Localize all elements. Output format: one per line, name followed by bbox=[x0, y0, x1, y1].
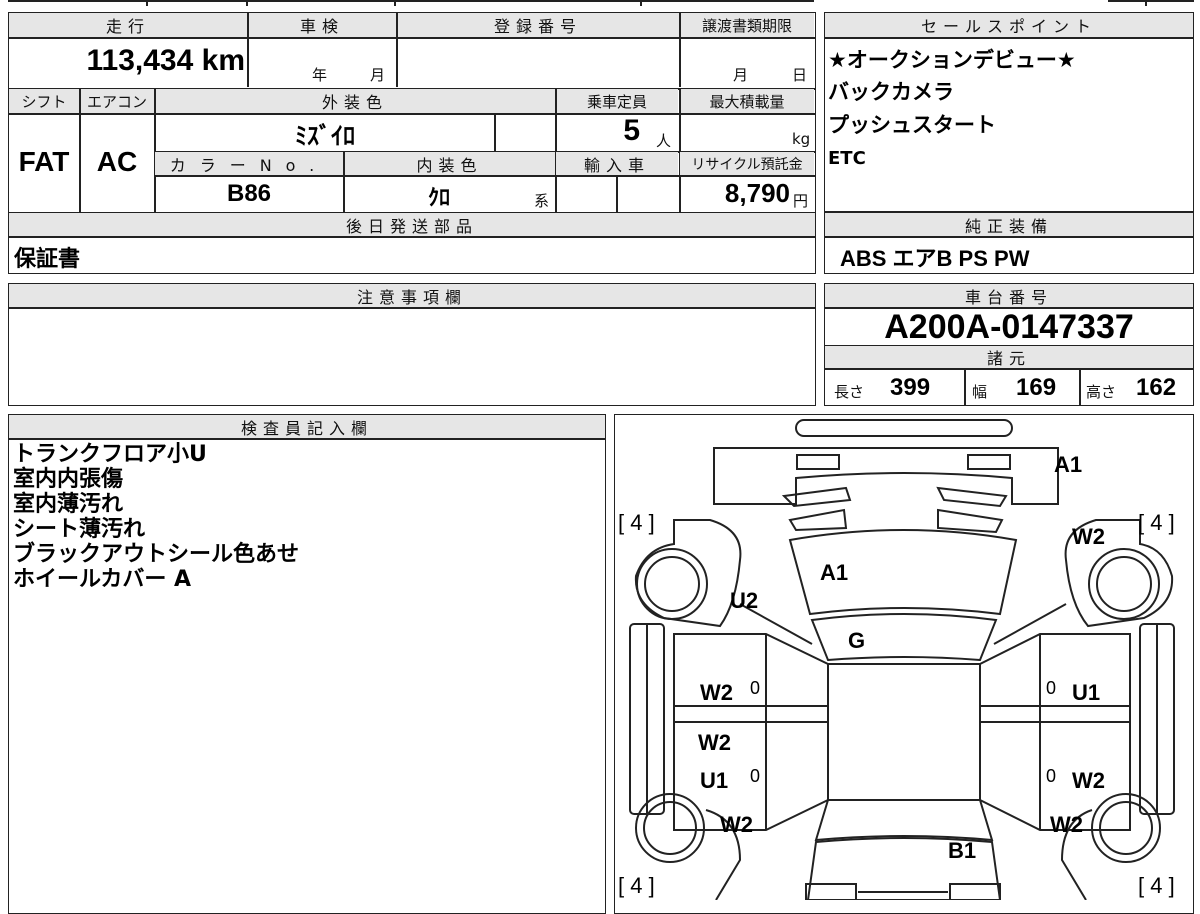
interior-color-header: 内装色 bbox=[344, 152, 555, 175]
shift-value: FAT bbox=[18, 146, 70, 177]
mileage-header: 走行 bbox=[9, 13, 247, 37]
mark-left-rear-door-upper: W2 bbox=[698, 730, 731, 755]
mark-right-front-door: U1 bbox=[1072, 680, 1101, 705]
color-no-value: B86 bbox=[226, 180, 272, 207]
inspector-note: ホイールカバー A bbox=[13, 567, 192, 592]
mark-left-rear-door: U1 bbox=[700, 768, 729, 793]
mileage-value: 113,434 km bbox=[86, 44, 245, 77]
mark-right-rear-fender: W2 bbox=[1050, 812, 1083, 837]
equipment-header: 純正装備 bbox=[825, 213, 1193, 236]
ac-value: AC bbox=[96, 146, 138, 177]
length-label: 長さ bbox=[834, 383, 865, 401]
mark-left-front-door: W2 bbox=[700, 680, 733, 705]
later-parts-value: 保証書 bbox=[14, 247, 81, 272]
transfer-deadline-header: 譲渡書類期限 bbox=[680, 13, 814, 37]
recycle-value: 8,790 bbox=[724, 178, 790, 208]
mark-front-left-fender: U2 bbox=[730, 588, 759, 613]
inspector-note: 室内内張傷 bbox=[13, 467, 124, 492]
caution-header: 注意事項欄 bbox=[9, 284, 815, 307]
mark-front-right-fender: W2 bbox=[1072, 524, 1105, 549]
capacity-header: 乗車定員 bbox=[556, 89, 678, 113]
exterior-color-value: ﾐｽﾞｲﾛ bbox=[295, 122, 355, 150]
inspector-note: 室内薄汚れ bbox=[13, 492, 124, 517]
inspector-header: 検査員記入欄 bbox=[9, 415, 605, 438]
max-load-unit: kg bbox=[792, 130, 811, 148]
mark-right-rear-door-zero: 0 bbox=[1046, 766, 1057, 786]
mark-front-bumper: A1 bbox=[1054, 452, 1083, 477]
inspection-year: 年 bbox=[312, 66, 328, 84]
exterior-color-header: 外装色 bbox=[155, 89, 555, 113]
sales-points-box bbox=[824, 12, 1194, 212]
tire-rear-right: [ 4 ] bbox=[1138, 873, 1175, 898]
inspection-header: 車検 bbox=[248, 13, 396, 37]
ac-header: エアコン bbox=[80, 89, 154, 113]
mark-right-rear-door: W2 bbox=[1072, 768, 1105, 793]
sales-point-item: バックカメラ bbox=[828, 80, 954, 104]
sales-point-item: ★オークションデビュー★ bbox=[828, 48, 1076, 72]
sales-point-item: プッシュスタート bbox=[828, 113, 996, 137]
transfer-day: 日 bbox=[792, 66, 808, 84]
specs-header: 諸元 bbox=[825, 346, 1193, 368]
chassis-number: A200A-0147337 bbox=[884, 308, 1134, 346]
capacity-value: 5 bbox=[623, 114, 640, 147]
inspector-note: シート薄汚れ bbox=[13, 517, 146, 542]
mark-left-front-door-zero: 0 bbox=[750, 678, 761, 698]
tire-front-right: [ 4 ] bbox=[1138, 510, 1175, 535]
max-load-header: 最大積載量 bbox=[680, 89, 814, 113]
equipment-value: ABS エアB PS PW bbox=[840, 246, 1030, 271]
height-label: 高さ bbox=[1086, 383, 1117, 401]
shift-header: シフト bbox=[9, 89, 79, 113]
mark-right-front-door-zero: 0 bbox=[1046, 678, 1057, 698]
chassis-header: 車台番号 bbox=[825, 284, 1193, 307]
recycle-unit: 円 bbox=[793, 192, 809, 210]
interior-color-value: ｸﾛ bbox=[427, 186, 450, 211]
later-parts-header: 後日発送部品 bbox=[9, 213, 815, 236]
inspector-note: ブラックアウトシール色あせ bbox=[13, 542, 300, 567]
width-value: 169 bbox=[1016, 374, 1057, 401]
mark-rear: B1 bbox=[948, 838, 977, 863]
inspector-notes: トランクフロア小U 室内内張傷 室内薄汚れ シート薄汚れ ブラックアウトシール色… bbox=[13, 442, 299, 592]
length-value: 399 bbox=[890, 374, 931, 401]
sales-points-header: セールスポイント bbox=[825, 13, 1193, 37]
inspection-month: 月 bbox=[370, 66, 386, 84]
width-label: 幅 bbox=[972, 383, 988, 401]
interior-color-unit: 系 bbox=[534, 192, 550, 210]
tire-rear-left: [ 4 ] bbox=[618, 873, 655, 898]
mark-left-rear-fender: W2 bbox=[720, 812, 753, 837]
color-no-header: カラーNo. bbox=[155, 152, 343, 175]
vehicle-outline bbox=[629, 419, 1175, 900]
capacity-unit: 人 bbox=[656, 132, 672, 150]
mark-hood: A1 bbox=[820, 560, 849, 585]
import-header: 輸入車 bbox=[556, 152, 678, 175]
height-value: 162 bbox=[1136, 374, 1177, 401]
tire-front-left: [ 4 ] bbox=[618, 510, 655, 535]
transfer-month: 月 bbox=[733, 66, 749, 84]
recycle-header: リサイクル預託金 bbox=[680, 152, 814, 175]
inspector-note: トランクフロア小U bbox=[13, 442, 207, 467]
registration-header: 登録番号 bbox=[397, 13, 679, 37]
mark-windshield: G bbox=[848, 628, 866, 653]
mark-left-rear-door-zero: 0 bbox=[750, 766, 761, 786]
sales-point-item: ETC bbox=[828, 148, 866, 169]
